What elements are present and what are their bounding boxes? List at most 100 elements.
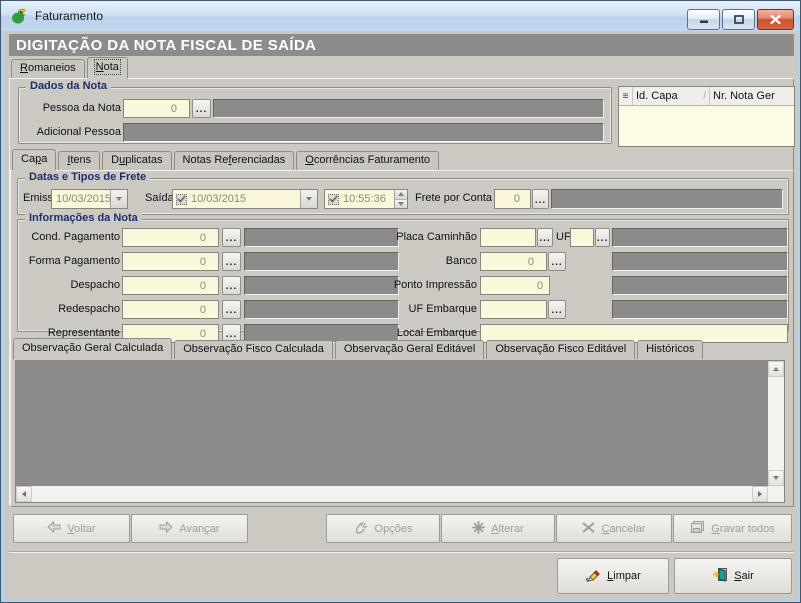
despacho-browse-button[interactable]: ...	[222, 276, 241, 295]
tab-obs-geral-editavel[interactable]: Observação Geral Editável	[335, 340, 484, 359]
datas-frete-group: Datas e Tipos de Frete Emissão 10/03/201…	[17, 178, 789, 215]
observacao-tab-bar: Observação Geral Calculada Observação Fi…	[13, 338, 703, 359]
bottom-separator	[9, 551, 794, 553]
forma-pagamento-label: Forma Pagamento	[20, 255, 120, 267]
scroll-right-icon	[758, 491, 762, 497]
redespacho-input[interactable]: 0	[122, 300, 219, 319]
capa-tab-bar: Capa Itens Duplicatas Notas Referenciada…	[12, 149, 439, 170]
uf-label: UF	[556, 231, 571, 243]
voltar-button[interactable]: Voltar	[13, 514, 130, 543]
cancelar-button[interactable]: Cancelar	[556, 514, 672, 543]
frete-por-conta-input[interactable]: 0	[494, 189, 531, 209]
tab-ocorrencias-faturamento[interactable]: Ocorrências Faturamento	[296, 151, 439, 170]
maximize-button[interactable]	[722, 9, 755, 30]
frete-por-conta-label: Frete por Conta	[415, 192, 491, 204]
ponto-impressao-description-field	[612, 276, 788, 295]
time-spin-buttons	[394, 190, 407, 208]
despacho-input[interactable]: 0	[122, 276, 219, 295]
datas-frete-caption: Datas e Tipos de Frete	[25, 171, 150, 183]
spin-down-button[interactable]	[395, 200, 407, 209]
ponto-impressao-input[interactable]: 0	[480, 276, 550, 295]
vertical-scrollbar[interactable]	[768, 361, 784, 486]
emissao-dropdown-button[interactable]	[110, 190, 127, 208]
placa-caminhao-browse-button[interactable]: ...	[537, 228, 553, 247]
saida-date-combo[interactable]: 10/03/2015	[172, 189, 318, 209]
tab-capa[interactable]: Capa	[12, 149, 56, 170]
scroll-down-button[interactable]	[768, 470, 784, 486]
forma-pagamento-browse-button[interactable]: ...	[222, 252, 241, 271]
ponto-impressao-label: Ponto Impressão	[374, 279, 477, 291]
grid-menu-icon[interactable]: ≡	[619, 87, 633, 105]
tab-historicos[interactable]: Históricos	[637, 340, 703, 359]
sair-button[interactable]: Sair	[674, 558, 792, 594]
tab-obs-geral-calculada[interactable]: Observação Geral Calculada	[13, 338, 172, 359]
tab-romaneios[interactable]: Romaneios	[11, 59, 85, 78]
dados-da-nota-group: Dados da Nota Pessoa da Nota 0 ... Adici…	[18, 87, 612, 144]
close-button[interactable]	[757, 9, 794, 30]
saida-checkbox[interactable]	[176, 194, 187, 205]
sort-ascending-icon: /	[703, 91, 706, 102]
tab-itens[interactable]: Itens	[58, 151, 100, 170]
window-title: Faturamento	[35, 9, 103, 23]
scroll-left-button[interactable]	[16, 486, 32, 502]
uf-embarque-browse-button[interactable]: ...	[548, 300, 566, 319]
spin-down-icon	[398, 202, 404, 206]
spin-up-icon	[398, 192, 404, 196]
emissao-date-combo[interactable]: 10/03/2015	[51, 189, 128, 209]
observacao-memo-content[interactable]	[16, 361, 768, 486]
pessoa-da-nota-browse-button[interactable]: ...	[192, 99, 211, 118]
notas-grid-body[interactable]	[619, 106, 794, 146]
uf-browse-button[interactable]: ...	[595, 228, 610, 247]
placa-description-field	[612, 228, 788, 247]
uf-embarque-input[interactable]	[480, 300, 547, 319]
scroll-right-button[interactable]	[752, 486, 768, 502]
titlebar-buttons	[687, 9, 794, 30]
main-tab-bar: Romaneios Nota	[11, 57, 128, 78]
avancar-button[interactable]: Avançar	[131, 514, 248, 543]
banco-browse-button[interactable]: ...	[548, 252, 566, 271]
tab-notas-referenciadas[interactable]: Notas Referenciadas	[174, 151, 295, 170]
x-cancel-icon	[582, 522, 595, 536]
banco-input[interactable]: 0	[480, 252, 547, 271]
tab-obs-fisco-editavel[interactable]: Observação Fisco Editável	[486, 340, 635, 359]
forma-pagamento-input[interactable]: 0	[122, 252, 219, 271]
redespacho-browse-button[interactable]: ...	[222, 300, 241, 319]
redespacho-label: Redespacho	[20, 303, 120, 315]
tab-obs-fisco-calculada[interactable]: Observação Fisco Calculada	[174, 340, 333, 359]
informacoes-nota-caption: Informações da Nota	[25, 212, 142, 224]
tab-duplicatas[interactable]: Duplicatas	[102, 151, 171, 170]
grid-column-nr-nota[interactable]: Nr. Nota Ger	[710, 87, 794, 105]
dados-da-nota-caption: Dados da Nota	[26, 80, 111, 92]
cond-pagamento-input[interactable]: 0	[122, 228, 219, 247]
title-bar[interactable]: Faturamento	[1, 1, 800, 31]
cond-pagamento-browse-button[interactable]: ...	[222, 228, 241, 247]
placa-caminhao-input[interactable]	[480, 228, 536, 247]
notas-grid-header: ≡ Id. Capa / Nr. Nota Ger	[619, 87, 794, 106]
alterar-button[interactable]: Alterar	[441, 514, 555, 543]
opcoes-button[interactable]: Opções	[326, 514, 440, 543]
horizontal-scrollbar[interactable]	[16, 486, 768, 502]
hora-checkbox[interactable]	[328, 194, 339, 205]
capa-tab-page: Datas e Tipos de Frete Emissão 10/03/201…	[10, 170, 794, 507]
hand-options-icon	[354, 520, 369, 537]
arrow-right-icon	[159, 521, 173, 536]
minimize-button[interactable]	[687, 9, 720, 30]
saida-dropdown-button[interactable]	[300, 190, 317, 208]
limpar-button[interactable]: Limpar	[557, 558, 669, 594]
notas-grid: ≡ Id. Capa / Nr. Nota Ger	[618, 86, 795, 147]
scroll-left-icon	[22, 491, 26, 497]
uf-input[interactable]	[570, 228, 594, 247]
arrow-left-icon	[47, 521, 61, 536]
pessoa-da-nota-input[interactable]: 0	[123, 99, 190, 118]
asterisk-edit-icon	[472, 521, 485, 537]
grid-column-id-capa[interactable]: Id. Capa /	[633, 87, 710, 105]
frete-por-conta-browse-button[interactable]: ...	[532, 189, 549, 209]
app-window: Faturamento DIGITAÇÃO DA NOTA FISCAL DE …	[0, 0, 801, 603]
gravar-todos-button[interactable]: Gravar todos	[673, 514, 792, 543]
spin-up-button[interactable]	[395, 190, 407, 200]
uf-embarque-description-field	[612, 300, 788, 319]
scroll-up-button[interactable]	[768, 361, 784, 377]
saida-time-spinner[interactable]: 10:55:36	[324, 189, 408, 209]
tab-nota[interactable]: Nota	[87, 57, 128, 78]
maximize-icon	[734, 11, 744, 29]
